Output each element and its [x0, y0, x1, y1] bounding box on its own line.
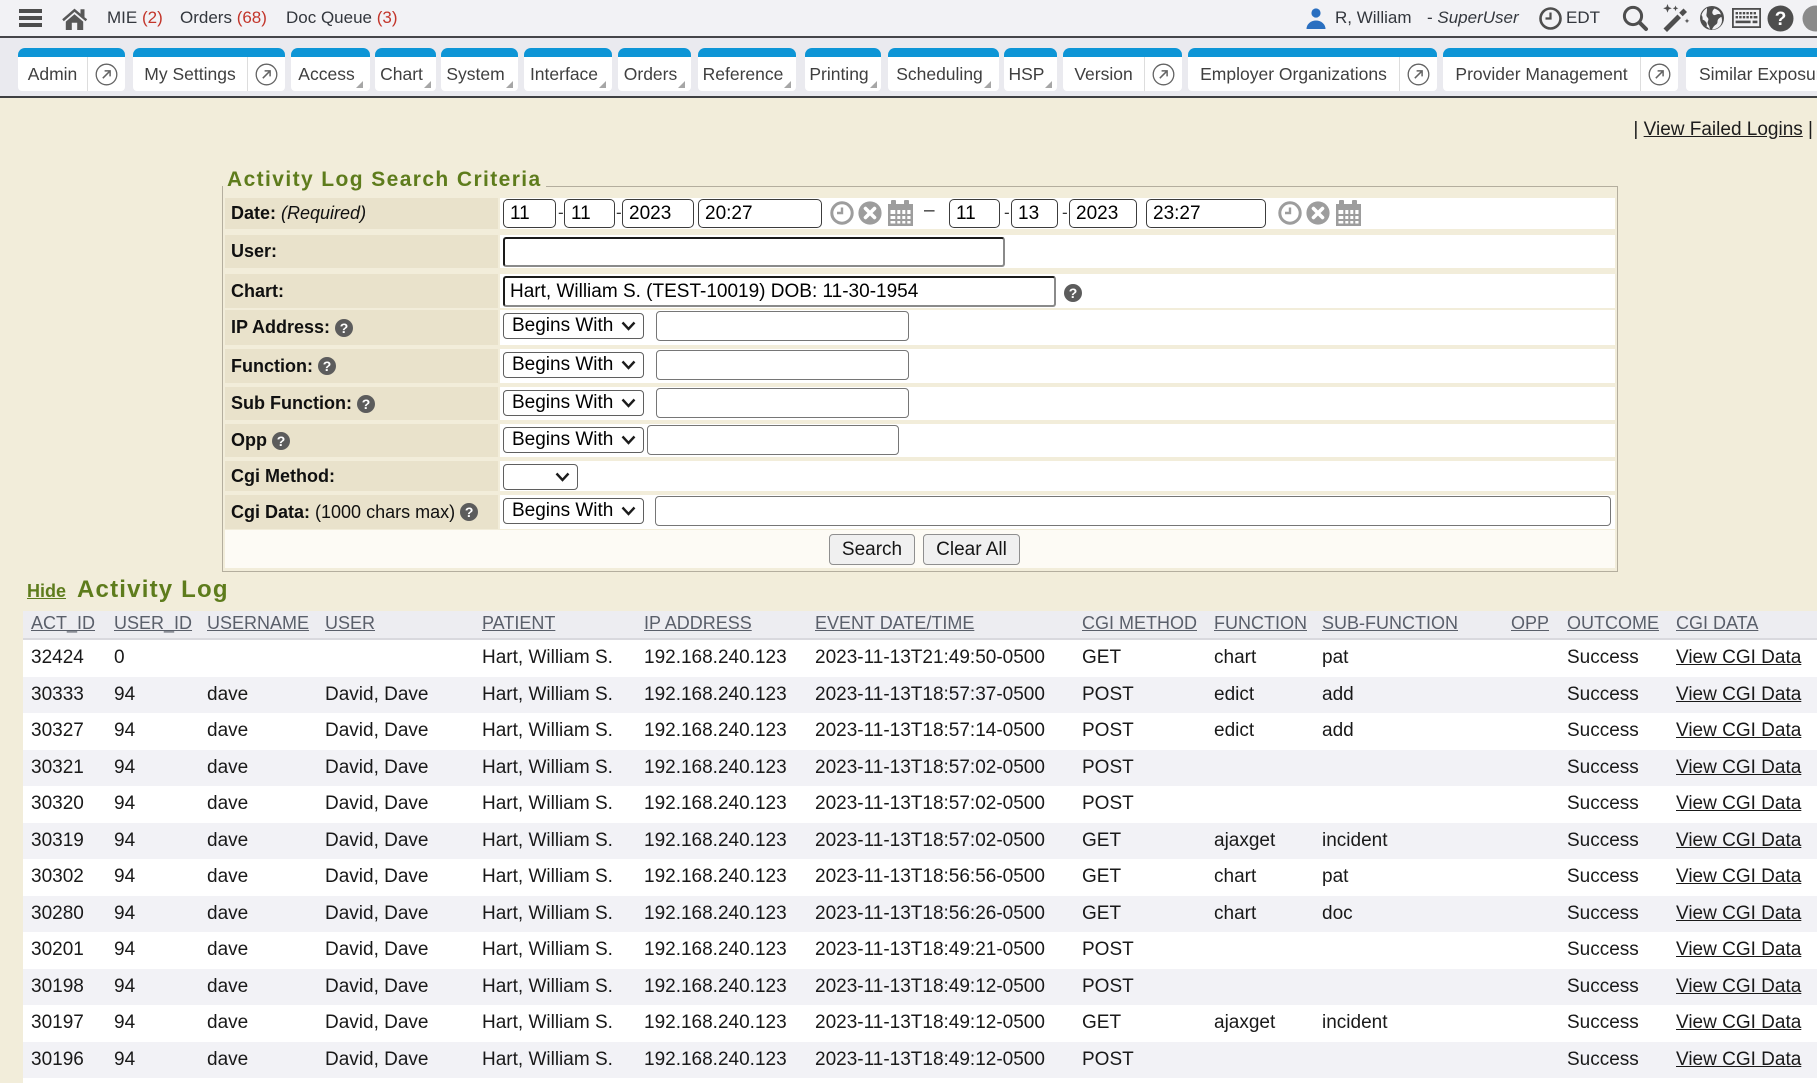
svg-text:?: ?: [1775, 9, 1787, 30]
